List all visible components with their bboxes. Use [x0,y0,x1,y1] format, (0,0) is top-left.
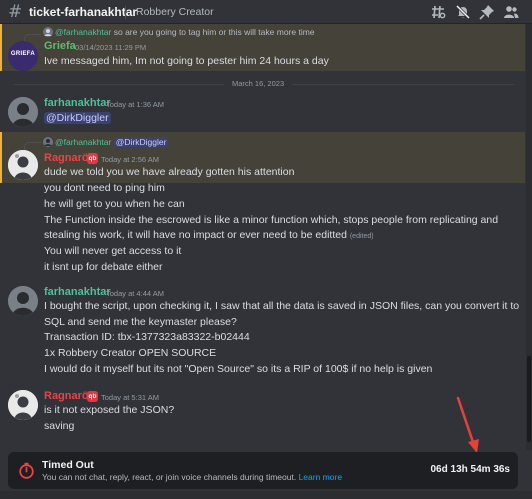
notification-muted-icon[interactable] [455,4,471,20]
timestamp: 03/14/2023 11:29 PM [75,43,147,52]
channel-topic[interactable]: Robbery Creator [136,6,214,18]
message-line: 1x Robbery Creator OPEN SOURCE [44,347,217,359]
message-line: I bought the script, upon checking it, I… [44,300,520,312]
avatar-image [8,286,38,316]
annotation-arrow [456,396,479,453]
reply-preview[interactable]: @farhanakhtar @DirkDiggler [55,137,169,147]
message-line: SQL and send me the keymaster please? [44,316,237,328]
avatar-griefa[interactable]: GRIEFA [8,41,38,71]
channel-header: # ticket-farhanakhtar Robbery Creator [0,0,532,24]
timestamp: Today at 1:36 AM [106,100,164,109]
message-text: @DirkDiggler [44,112,111,124]
reply-mention: @DirkDiggler [113,137,169,147]
header-divider [125,6,126,19]
learn-more-link[interactable]: Learn more [299,472,342,482]
timeout-subtitle: You can not chat, reply, react, or join … [42,472,342,482]
timeout-description: You can not chat, reply, react, or join … [42,472,297,482]
message-line-text: stealing his work, it will have no impac… [44,229,347,241]
message-list: @farhanakhtar so are you going to tag hi… [0,24,532,450]
message-line: stealing his work, it will have no impac… [44,229,374,241]
stopwatch-icon [19,462,34,479]
text-channel-icon: # [8,2,23,22]
message-line: The Function inside the escrowed is like… [44,214,499,226]
message-line: dude we told you we have already gotten … [44,166,295,178]
edited-label: (edited) [349,233,374,240]
date-divider: March 16, 2023 [224,79,293,88]
message-line: Transaction ID: tbx-1377323a83322-b02444 [44,331,250,343]
avatar-image [8,390,38,420]
timeout-banner: Timed Out You can not chat, reply, react… [8,452,518,489]
reply-avatar [43,137,53,147]
message-text: Ive messaged him, Im not going to pester… [44,55,329,67]
message-line: You will never get access to it [44,245,182,257]
reply-author[interactable]: @farhanakhtar [55,27,111,37]
avatar-farhanakhtar[interactable] [8,97,38,127]
scrollbar-thumb[interactable] [527,356,531,442]
members-icon[interactable] [503,4,519,20]
avatar-text: GRIEFA [10,51,36,57]
bottom-strip [0,491,532,499]
timestamp: Today at 2:56 AM [101,155,159,164]
reply-avatar [43,27,53,37]
channel-name: ticket-farhanakhtar [29,5,138,19]
message-line: I would do it myself but its not "Open S… [44,363,433,375]
timeout-title: Timed Out [42,459,94,471]
message-line: it isnt up for debate either [44,261,163,273]
pin-icon[interactable] [479,4,495,20]
message-line: saving [44,420,75,432]
threads-icon[interactable] [430,4,446,20]
message-line: is it not exposed the JSON? [44,404,175,416]
author-name[interactable]: farhanakhtar [44,286,111,298]
avatar-ragnarok[interactable] [8,390,38,420]
avatar-farhanakhtar[interactable] [8,286,38,316]
timestamp: Today at 5:31 AM [101,393,159,402]
timestamp: Today at 4:44 AM [106,289,164,298]
timeout-remaining: 06d 13h 54m 36s [430,464,511,475]
author-name[interactable]: farhanakhtar [44,97,111,109]
role-badge: qb [87,391,98,402]
reply-author[interactable]: @farhanakhtar [55,137,111,147]
author-name[interactable]: Griefa [44,40,76,52]
message-line: he will get to you when he can [44,198,185,210]
reply-preview[interactable]: @farhanakhtar so are you going to tag hi… [55,27,315,37]
reply-text: so are you going to tag him or this will… [113,27,315,37]
user-mention[interactable]: @DirkDiggler [44,112,111,124]
avatar-ragnarok[interactable] [8,150,38,180]
role-badge: qb [87,153,98,164]
avatar-image [8,97,38,127]
message-line: you dont need to ping him [44,182,165,194]
avatar-image [8,150,38,180]
